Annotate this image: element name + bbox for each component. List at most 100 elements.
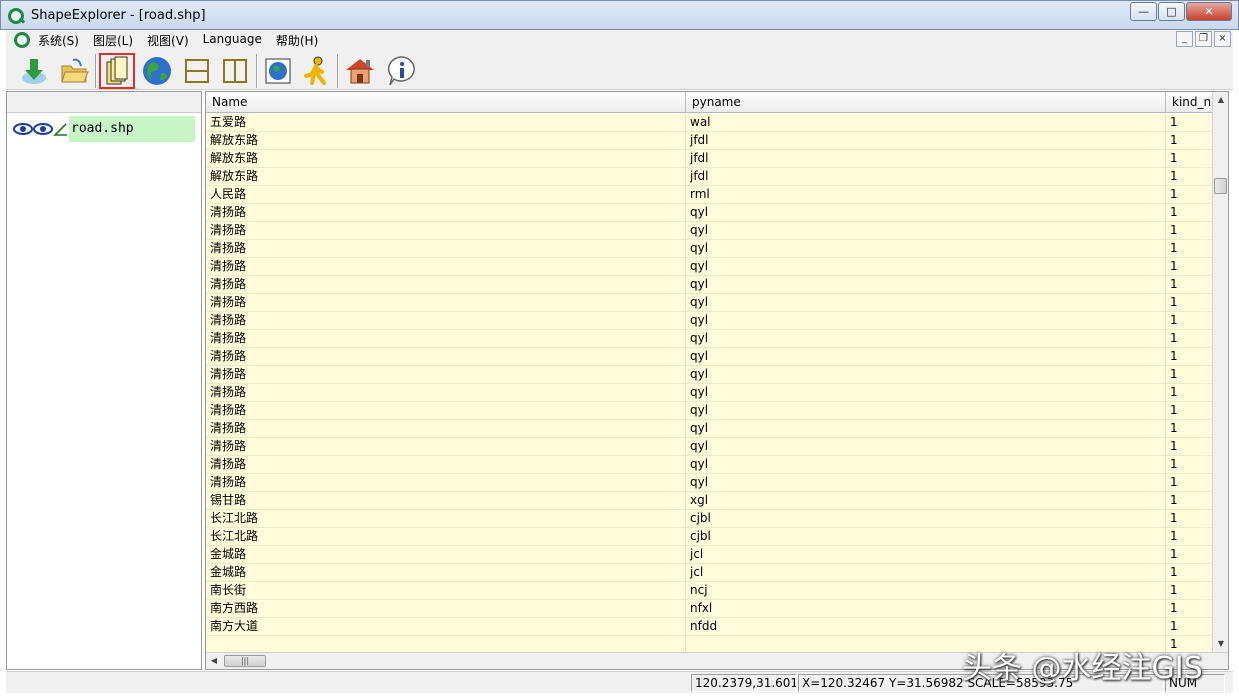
- cell-pyname[interactable]: qyl: [686, 420, 1166, 438]
- menu-view[interactable]: 视图(V): [147, 32, 189, 49]
- cell-kind[interactable]: 1: [1166, 420, 1214, 438]
- cell-pyname[interactable]: qyl: [686, 258, 1166, 276]
- cell-pyname[interactable]: jfdl: [686, 150, 1166, 168]
- cell-name[interactable]: 清扬路: [206, 312, 686, 330]
- cell-pyname[interactable]: nfxl: [686, 600, 1166, 618]
- cell-kind[interactable]: 1: [1166, 438, 1214, 456]
- cell-kind[interactable]: 1: [1166, 222, 1214, 240]
- cell-name[interactable]: 清扬路: [206, 402, 686, 420]
- table-row[interactable]: 解放东路 jfdl 1: [206, 168, 1214, 186]
- cell-kind[interactable]: 1: [1166, 240, 1214, 258]
- table-row[interactable]: 清扬路 qyl 1: [206, 420, 1214, 438]
- table-row[interactable]: 清扬路 qyl 1: [206, 258, 1214, 276]
- cell-pyname[interactable]: wal: [686, 114, 1166, 132]
- table-row[interactable]: 清扬路 qyl 1: [206, 294, 1214, 312]
- cell-kind[interactable]: 1: [1166, 258, 1214, 276]
- cell-kind[interactable]: 1: [1166, 402, 1214, 420]
- cell-kind[interactable]: 1: [1166, 348, 1214, 366]
- column-header-pyname[interactable]: pyname: [686, 92, 1166, 113]
- menu-system[interactable]: 系统(S): [38, 32, 79, 49]
- cell-pyname[interactable]: jcl: [686, 564, 1166, 582]
- table-row[interactable]: 清扬路 qyl 1: [206, 240, 1214, 258]
- cell-kind[interactable]: 1: [1166, 510, 1214, 528]
- table-row[interactable]: 清扬路 qyl 1: [206, 402, 1214, 420]
- document-logo-icon[interactable]: [14, 32, 30, 48]
- cell-kind[interactable]: 1: [1166, 312, 1214, 330]
- cell-pyname[interactable]: qyl: [686, 276, 1166, 294]
- layer-name[interactable]: road.shp: [69, 116, 195, 142]
- open-folder-icon[interactable]: [56, 53, 92, 89]
- table-row[interactable]: 金城路 jcl 1: [206, 546, 1214, 564]
- cell-kind[interactable]: 1: [1166, 618, 1214, 636]
- cell-pyname[interactable]: jcl: [686, 546, 1166, 564]
- cell-pyname[interactable]: qyl: [686, 402, 1166, 420]
- cell-pyname[interactable]: nfdd: [686, 618, 1166, 636]
- cell-kind[interactable]: 1: [1166, 582, 1214, 600]
- label-eye-icon[interactable]: [33, 122, 53, 136]
- cell-kind[interactable]: 1: [1166, 546, 1214, 564]
- cell-name[interactable]: 清扬路: [206, 204, 686, 222]
- table-row[interactable]: 解放东路 jfdl 1: [206, 150, 1214, 168]
- cell-pyname[interactable]: cjbl: [686, 528, 1166, 546]
- table-row[interactable]: 五爱路 wal 1: [206, 114, 1214, 132]
- table-row[interactable]: 南长街 ncj 1: [206, 582, 1214, 600]
- cell-name[interactable]: 清扬路: [206, 348, 686, 366]
- cell-name[interactable]: 金城路: [206, 564, 686, 582]
- cell-name[interactable]: 清扬路: [206, 240, 686, 258]
- table-row[interactable]: 清扬路 qyl 1: [206, 312, 1214, 330]
- cell-pyname[interactable]: qyl: [686, 474, 1166, 492]
- split-vertical-icon[interactable]: [217, 53, 253, 89]
- cell-kind[interactable]: 1: [1166, 528, 1214, 546]
- cell-kind[interactable]: 1: [1166, 492, 1214, 510]
- cell-pyname[interactable]: qyl: [686, 222, 1166, 240]
- table-row[interactable]: 锡甘路 xgl 1: [206, 492, 1214, 510]
- cell-kind[interactable]: 1: [1166, 384, 1214, 402]
- cell-kind[interactable]: 1: [1166, 456, 1214, 474]
- cell-kind[interactable]: 1: [1166, 186, 1214, 204]
- minimize-button[interactable]: —: [1130, 2, 1157, 21]
- table-row[interactable]: 清扬路 qyl 1: [206, 204, 1214, 222]
- cell-name[interactable]: 人民路: [206, 186, 686, 204]
- cell-pyname[interactable]: qyl: [686, 240, 1166, 258]
- cell-name[interactable]: 五爱路: [206, 114, 686, 132]
- table-row[interactable]: 清扬路 qyl 1: [206, 348, 1214, 366]
- split-horizontal-icon[interactable]: [179, 53, 215, 89]
- table-row[interactable]: 清扬路 qyl 1: [206, 384, 1214, 402]
- cell-kind[interactable]: 1: [1166, 600, 1214, 618]
- table-row[interactable]: 清扬路 qyl 1: [206, 330, 1214, 348]
- scroll-left-arrow-icon[interactable]: ◀: [206, 653, 222, 669]
- cell-pyname[interactable]: qyl: [686, 366, 1166, 384]
- cell-kind[interactable]: 1: [1166, 474, 1214, 492]
- close-button[interactable]: ✕: [1186, 2, 1232, 21]
- doc-close-button[interactable]: ×: [1214, 31, 1231, 47]
- cell-name[interactable]: 清扬路: [206, 222, 686, 240]
- cell-name[interactable]: 解放东路: [206, 132, 686, 150]
- table-row[interactable]: 长江北路 cjbl 1: [206, 528, 1214, 546]
- cell-kind[interactable]: 1: [1166, 204, 1214, 222]
- table-row[interactable]: 长江北路 cjbl 1: [206, 510, 1214, 528]
- horizontal-scroll-thumb[interactable]: |||: [224, 655, 266, 667]
- table-row[interactable]: 解放东路 jfdl 1: [206, 132, 1214, 150]
- cell-kind[interactable]: 1: [1166, 132, 1214, 150]
- cell-name[interactable]: 清扬路: [206, 330, 686, 348]
- table-row[interactable]: 清扬路 qyl 1: [206, 276, 1214, 294]
- cell-name[interactable]: 金城路: [206, 546, 686, 564]
- runner-icon[interactable]: [298, 53, 334, 89]
- vertical-scrollbar[interactable]: ▲ ▼: [1212, 92, 1228, 652]
- doc-restore-button[interactable]: ❐: [1195, 31, 1212, 47]
- maximize-button[interactable]: □: [1158, 2, 1185, 21]
- cell-name[interactable]: 锡甘路: [206, 492, 686, 510]
- cell-kind[interactable]: 1: [1166, 150, 1214, 168]
- cell-pyname[interactable]: ncj: [686, 582, 1166, 600]
- menu-help[interactable]: 帮助(H): [276, 32, 318, 49]
- cell-pyname[interactable]: jfdl: [686, 132, 1166, 150]
- doc-minimize-button[interactable]: _: [1176, 31, 1193, 47]
- download-arrow-icon[interactable]: [16, 53, 52, 89]
- column-header-name[interactable]: Name: [206, 92, 686, 113]
- column-header-kind[interactable]: kind_nu: [1166, 92, 1214, 113]
- cell-pyname[interactable]: qyl: [686, 348, 1166, 366]
- layer-item[interactable]: road.shp: [13, 116, 199, 142]
- cell-kind[interactable]: 1: [1166, 114, 1214, 132]
- cell-name[interactable]: 清扬路: [206, 474, 686, 492]
- cell-name[interactable]: 清扬路: [206, 294, 686, 312]
